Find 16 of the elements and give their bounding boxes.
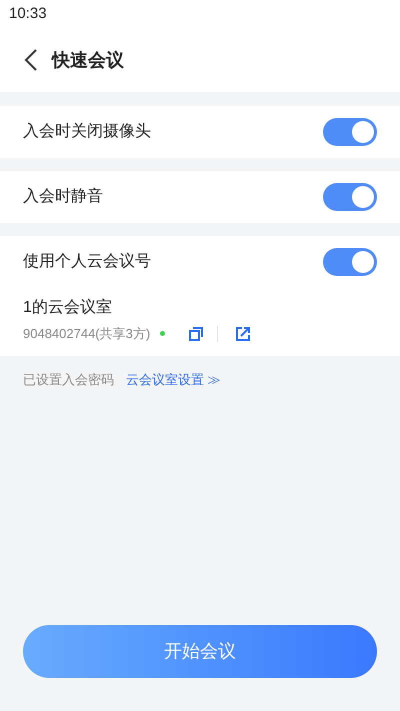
password-note: 已设置入会密码 (23, 370, 114, 388)
setting-label: 入会时静音 (23, 186, 103, 207)
toggle-switch[interactable] (323, 118, 377, 146)
status-time: 10:33 (9, 4, 47, 24)
copy-icon[interactable] (189, 326, 204, 341)
share-icon[interactable] (236, 326, 250, 341)
room-settings-link[interactable]: 云会议室设置 ≫ (126, 370, 221, 389)
setting-label: 入会时关闭摄像头 (23, 122, 151, 142)
room-name: 1的云会议室 (23, 298, 113, 318)
toggle-switch[interactable] (323, 183, 377, 211)
page-title: 快速会议 (52, 48, 124, 72)
room-number: 9048402744(共享3方) (23, 325, 150, 343)
start-meeting-button[interactable]: 开始会议 (23, 625, 377, 678)
back-icon[interactable] (24, 48, 38, 72)
setting-label: 使用个人云会议号 (23, 252, 151, 272)
toggle-switch[interactable] (323, 248, 377, 276)
